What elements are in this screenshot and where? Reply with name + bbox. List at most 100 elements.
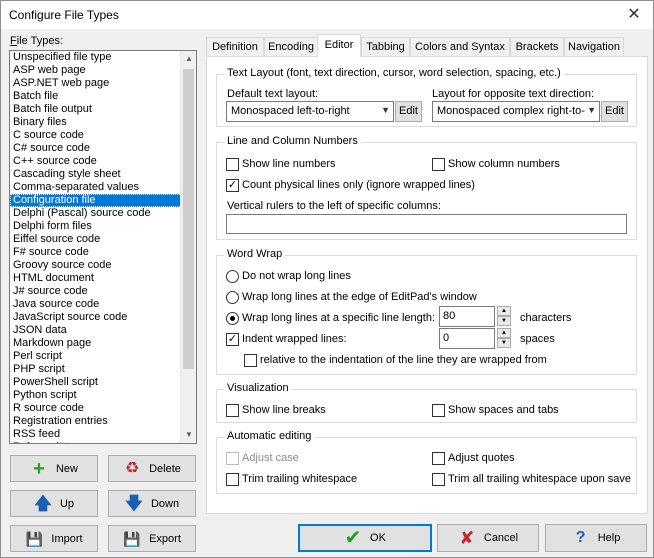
list-item[interactable]: Eiffel source code [10,233,196,246]
tab-brackets[interactable]: Brackets [510,37,564,56]
scroll-down-arrow-icon[interactable]: ▼ [181,427,196,443]
delete-button[interactable]: ♻ Delete [108,455,196,482]
wrap-length-value[interactable]: 80 [439,306,495,327]
scroll-up-arrow-icon[interactable]: ▲ [181,51,196,67]
indent-wrapped-checkbox[interactable]: ✓ [226,333,239,346]
list-item[interactable]: Batch file [10,90,196,103]
import-label: Import [51,532,83,545]
no-wrap-radio[interactable] [226,270,239,283]
list-item[interactable]: Configuration file [10,194,196,207]
show-column-numbers-checkbox[interactable] [432,158,445,171]
opposite-layout-select[interactable]: Monospaced complex right-to- ▼ [432,101,600,122]
list-item[interactable]: Cascading style sheet [10,168,196,181]
down-label: Down [150,497,180,510]
scroll-thumb[interactable] [183,69,194,369]
editor-tab-panel: Text Layout (font, text direction, curso… [206,56,648,514]
tab-tabbing[interactable]: Tabbing [361,37,410,56]
indent-wrapped-label: Indent wrapped lines: [242,333,347,345]
list-item[interactable]: C source code [10,129,196,142]
list-item[interactable]: Comma-separated values [10,181,196,194]
chevron-down-icon: ▼ [587,105,596,115]
export-button[interactable]: 💾 Export [108,525,196,552]
show-spaces-tabs-checkbox[interactable] [432,404,445,417]
list-item[interactable]: Binary files [10,116,196,129]
relative-indent-checkbox[interactable] [244,354,257,367]
list-item[interactable]: R source code [10,402,196,415]
list-item[interactable]: Registration entries [10,415,196,428]
help-label: Help [597,532,621,544]
spin-down-icon[interactable]: ▼ [497,338,511,348]
show-line-numbers-checkbox[interactable] [226,158,239,171]
ok-button[interactable]: ✔ OK [298,524,432,552]
wrap-length-radio[interactable] [226,312,239,325]
chevron-down-icon: ▼ [381,105,390,115]
count-physical-lines-checkbox[interactable]: ✓ [226,179,239,192]
opposite-layout-value: Monospaced complex right-to- [437,105,585,117]
spaces-label: spaces [520,333,555,345]
list-item[interactable]: Groovy source code [10,259,196,272]
trim-all-trailing-checkbox[interactable] [432,473,445,486]
list-item[interactable]: F# source code [10,246,196,259]
list-item[interactable]: Java source code [10,298,196,311]
list-item[interactable]: ASP web page [10,64,196,77]
show-column-numbers-label: Show column numbers [448,158,560,170]
ok-label: OK [370,532,386,544]
new-button[interactable]: + New [10,455,98,482]
tab-navigation[interactable]: Navigation [564,37,624,56]
arrow-up-icon: 🡅 [34,493,52,513]
list-item[interactable]: Batch file output [10,103,196,116]
list-item[interactable]: C# source code [10,142,196,155]
tab-encoding[interactable]: Encoding [264,37,318,56]
file-types-label: File Types: [10,35,64,47]
up-button[interactable]: 🡅 Up [10,490,98,517]
down-button[interactable]: 🡇 Down [108,490,196,517]
default-text-layout-label: Default text layout: [227,88,319,100]
adjust-case-checkbox[interactable] [226,452,239,465]
list-item[interactable]: PowerShell script [10,376,196,389]
up-label: Up [59,497,75,510]
wrap-edge-radio[interactable] [226,291,239,304]
spin-up-icon[interactable]: ▲ [497,328,511,338]
list-item[interactable]: Delphi (Pascal) source code [10,207,196,220]
cancel-button[interactable]: ✘ Cancel [437,524,539,552]
list-item[interactable]: Python script [10,389,196,402]
list-item[interactable]: J# source code [10,285,196,298]
help-question-icon: ? [575,529,586,546]
list-item[interactable]: Perl script [10,350,196,363]
file-list-scrollbar[interactable]: ▲ ▼ [180,51,196,443]
close-icon[interactable]: ✕ [623,4,645,26]
list-item[interactable]: Delphi form files [10,220,196,233]
list-item[interactable]: RSS feed [10,428,196,441]
list-item[interactable]: HTML document [10,272,196,285]
import-button[interactable]: 💾 Import [10,525,98,552]
delete-label: Delete [149,462,181,475]
help-button[interactable]: ? Help [545,524,647,552]
automatic-editing-title: Automatic editing [224,430,315,442]
tab-editor[interactable]: Editor [317,34,361,57]
edit-opposite-layout-button[interactable]: Edit [601,101,628,122]
list-item[interactable]: ASP.NET web page [10,77,196,90]
tab-definition[interactable]: Definition [206,37,264,56]
trim-trailing-checkbox[interactable] [226,473,239,486]
list-item[interactable]: Markdown page [10,337,196,350]
spin-up-icon[interactable]: ▲ [497,306,511,316]
list-item[interactable]: Ruby script [10,441,196,443]
default-text-layout-select[interactable]: Monospaced left-to-right ▼ [226,101,394,122]
characters-label: characters [520,312,572,324]
vertical-rulers-input[interactable] [226,214,627,234]
tab-colors-and-syntax[interactable]: Colors and Syntax [410,37,510,56]
list-item[interactable]: JavaScript source code [10,311,196,324]
list-item[interactable]: C++ source code [10,155,196,168]
show-line-breaks-label: Show line breaks [242,404,326,416]
list-item[interactable]: JSON data [10,324,196,337]
text-layout-title: Text Layout (font, text direction, curso… [224,67,564,79]
edit-default-layout-button[interactable]: Edit [395,101,422,122]
list-item[interactable]: Unspecified file type [10,51,196,64]
spin-down-icon[interactable]: ▼ [497,316,511,326]
checkmark-icon: ✔ [344,527,362,549]
file-types-list[interactable]: Unspecified file type ASP web page ASP.NET… [9,50,197,444]
indent-value[interactable]: 0 [439,328,495,349]
list-item[interactable]: PHP script [10,363,196,376]
adjust-quotes-checkbox[interactable] [432,452,445,465]
show-line-breaks-checkbox[interactable] [226,404,239,417]
